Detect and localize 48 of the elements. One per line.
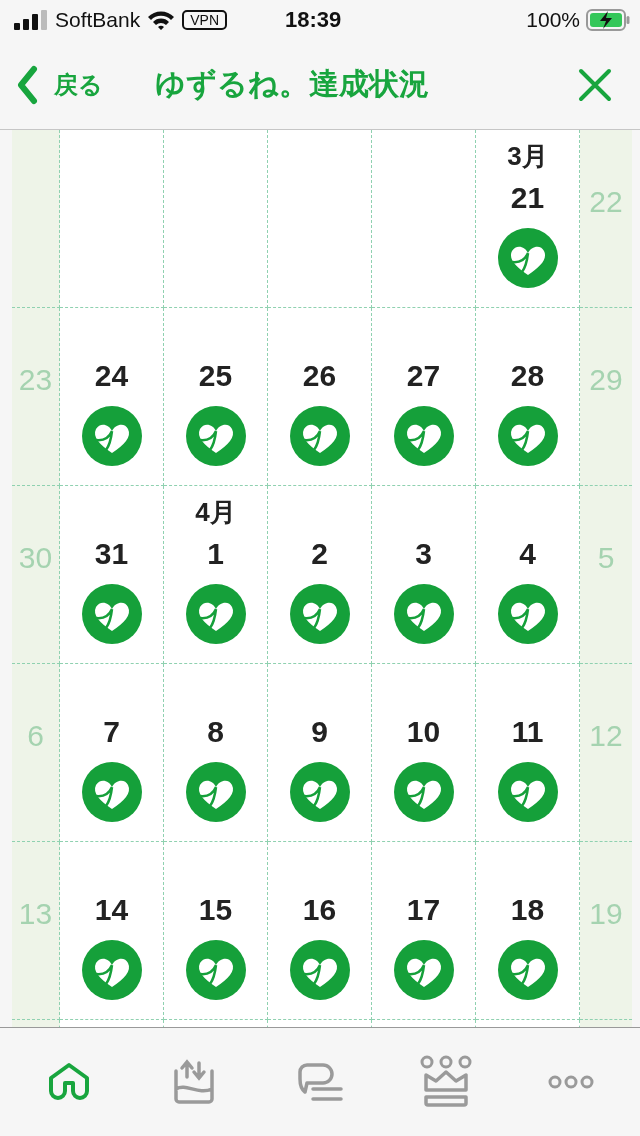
signal-icon xyxy=(14,10,48,30)
day-number: 9 xyxy=(311,714,328,750)
day-number: 17 xyxy=(406,892,441,928)
speech-bubble-icon xyxy=(297,1061,343,1103)
battery-percent: 100% xyxy=(526,8,580,32)
weekend-day-number: 29 xyxy=(589,362,623,397)
day-number: 27 xyxy=(406,358,441,394)
weekend-day-number: 22 xyxy=(589,184,623,219)
day-number: 1 xyxy=(207,536,224,572)
day-number: 15 xyxy=(198,892,233,928)
back-button[interactable]: 戻る xyxy=(16,64,103,105)
day-number: 8 xyxy=(207,714,224,750)
vpn-badge: VPN xyxy=(182,10,228,30)
day-number: 25 xyxy=(198,358,233,394)
day-number: 10 xyxy=(406,714,441,750)
tray-arrows-icon xyxy=(172,1059,217,1105)
day-number: 16 xyxy=(302,892,337,928)
weekend-day-number: 19 xyxy=(589,896,623,931)
day-number: 7 xyxy=(103,714,120,750)
day-number: 3 xyxy=(415,536,432,572)
battery-charging-icon xyxy=(586,9,630,31)
day-number: 4 xyxy=(519,536,536,572)
day-number: 24 xyxy=(94,358,129,394)
chevron-left-icon xyxy=(16,64,38,105)
more-icon xyxy=(548,1074,595,1090)
weekend-day-number: 30 xyxy=(18,540,53,575)
screen-title: ゆずるね。達成状況 xyxy=(155,66,429,103)
crown-icon xyxy=(418,1055,473,1109)
day-number: 26 xyxy=(302,358,337,394)
carrier-name: SoftBank xyxy=(55,8,141,32)
close-icon[interactable] xyxy=(578,67,612,102)
day-number: 18 xyxy=(510,892,545,928)
weekend-day-number: 6 xyxy=(27,718,44,753)
day-number: 11 xyxy=(511,714,544,750)
day-number: 31 xyxy=(94,536,129,572)
weekend-day-number: 13 xyxy=(18,896,53,931)
month-label: 3月 xyxy=(507,140,548,173)
day-number: 21 xyxy=(510,180,545,216)
day-number: 28 xyxy=(510,358,545,394)
home-icon xyxy=(46,1062,91,1102)
day-number: 14 xyxy=(94,892,129,928)
weekend-day-number: 23 xyxy=(18,362,53,397)
day-number: 2 xyxy=(311,536,328,572)
clock-time: 18:39 xyxy=(285,7,342,33)
wifi-icon xyxy=(147,10,176,30)
month-label: 4月 xyxy=(195,496,236,529)
weekend-day-number: 5 xyxy=(597,540,615,575)
weekend-day-number: 12 xyxy=(589,718,623,753)
